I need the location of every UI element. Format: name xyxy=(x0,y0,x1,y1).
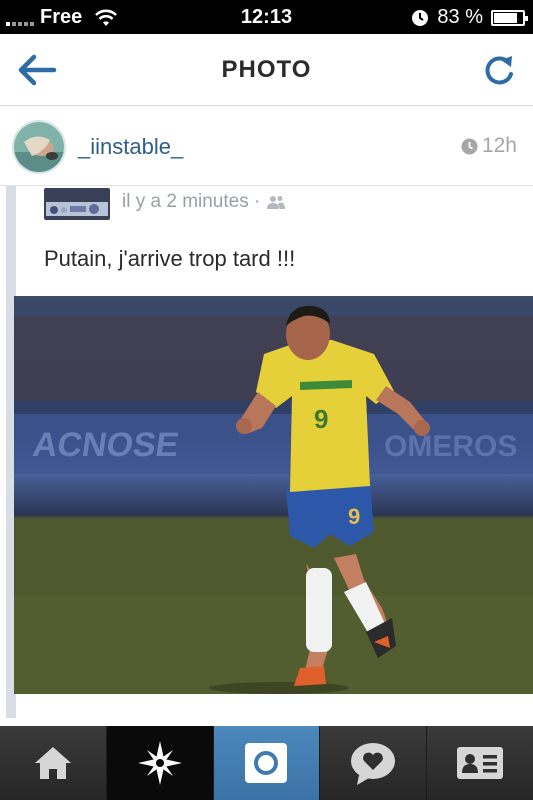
tab-profile[interactable] xyxy=(427,726,533,800)
nav-bar: PHOTO xyxy=(0,34,533,106)
activity-icon xyxy=(351,743,396,785)
avatar[interactable] xyxy=(12,120,66,174)
status-bar: Free 12:13 83 % xyxy=(0,0,533,34)
battery-icon xyxy=(491,9,528,26)
tab-activity[interactable] xyxy=(320,726,428,800)
svg-text:ACNOSE: ACNOSE xyxy=(30,426,181,464)
fb-post-text: Putain, j'arrive trop tard !!! xyxy=(44,246,296,271)
football-player-image: ACNOSE OMEROS 9 9 xyxy=(14,296,533,694)
tab-explore[interactable] xyxy=(106,726,214,800)
refresh-icon[interactable] xyxy=(481,50,517,88)
tab-home[interactable] xyxy=(0,726,107,800)
post-time-label: 12h xyxy=(481,134,517,157)
status-right: 83 % xyxy=(411,6,528,29)
tab-bar xyxy=(0,726,533,800)
camera-icon xyxy=(245,743,288,783)
page-title: PHOTO xyxy=(221,56,312,83)
fb-post-meta: il y a 2 minutes · xyxy=(122,191,286,213)
svg-text:9: 9 xyxy=(348,504,360,529)
home-icon xyxy=(34,747,71,779)
alarm-clock-icon xyxy=(412,9,429,26)
svg-text:9: 9 xyxy=(314,404,328,434)
post-header: _iinstable_ 12h xyxy=(0,106,533,186)
svg-text:OMEROS: OMEROS xyxy=(384,430,517,463)
tab-camera[interactable] xyxy=(213,726,321,800)
post-photo[interactable]: il y a 2 minutes · Putain, j'arrive trop… xyxy=(0,186,533,726)
clock-icon xyxy=(461,138,478,154)
fb-post-time: il y a 2 minutes · xyxy=(122,191,261,212)
avatar-image xyxy=(14,122,64,172)
post-time: 12h xyxy=(461,134,517,158)
fb-profile-thumbnail xyxy=(44,188,110,220)
friends-icon xyxy=(267,196,286,209)
battery-level-fill xyxy=(494,12,518,23)
username-link[interactable]: _iinstable_ xyxy=(78,134,183,160)
explore-icon xyxy=(137,741,182,785)
battery-percent: 83 % xyxy=(437,6,483,28)
profile-icon xyxy=(457,747,504,779)
